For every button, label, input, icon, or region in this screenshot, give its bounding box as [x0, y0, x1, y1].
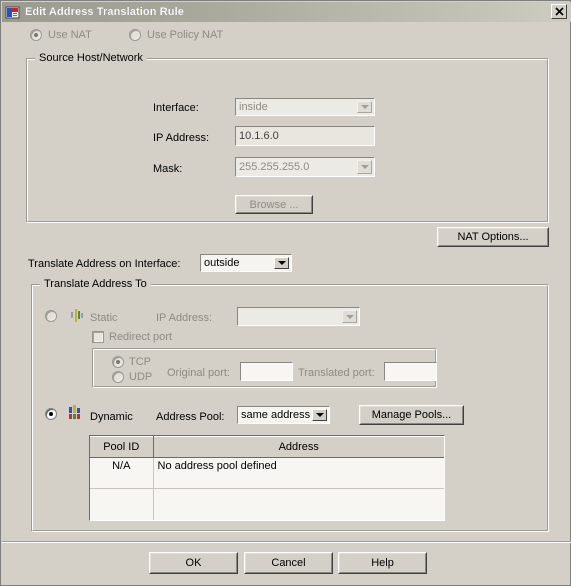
app-icon	[5, 5, 21, 20]
mask-value: 255.255.255.0	[239, 161, 310, 173]
table-row-empty[interactable]	[90, 488, 444, 520]
table-header-row: Pool ID Address	[90, 436, 444, 458]
static-ip-address-select[interactable]	[237, 307, 360, 326]
translate-address-to-title: Translate Address To	[40, 278, 151, 290]
tcp-radio-dot	[112, 356, 124, 368]
address-pool-label: Address Pool:	[156, 411, 225, 423]
udp-label: UDP	[129, 371, 153, 383]
help-button[interactable]: Help	[338, 552, 427, 574]
close-icon[interactable]	[551, 4, 567, 19]
static-label: Static	[90, 312, 118, 324]
chevron-down-icon	[274, 257, 289, 269]
use-policy-nat-radio-dot	[129, 29, 141, 41]
browse-button[interactable]: Browse ...	[235, 195, 313, 214]
original-port-label: Original port:	[167, 367, 230, 379]
translate-on-interface-value: outside	[204, 257, 240, 269]
use-policy-nat-radio[interactable]: Use Policy NAT	[129, 29, 223, 41]
chevron-down-icon	[357, 160, 372, 174]
chevron-down-icon	[342, 310, 357, 323]
translate-on-interface-select[interactable]: outside	[200, 254, 292, 272]
source-host-network-title: Source Host/Network	[35, 52, 147, 64]
cancel-button[interactable]: Cancel	[244, 552, 333, 574]
redirect-port-label: Redirect port	[109, 331, 172, 343]
address-pool-value: same address	[241, 409, 311, 421]
column-header-pool-id[interactable]: Pool ID	[90, 436, 154, 458]
static-radio[interactable]	[45, 310, 57, 322]
use-nat-label: Use NAT	[48, 29, 92, 41]
mask-select[interactable]: 255.255.255.0	[235, 157, 375, 177]
address-pool-table[interactable]: Pool ID Address N/A No address pool defi…	[89, 435, 445, 521]
original-port-input[interactable]	[240, 362, 293, 381]
static-ip-address-label: IP Address:	[156, 312, 213, 324]
static-radio-dot	[45, 310, 57, 322]
tcp-label: TCP	[129, 356, 151, 368]
nat-options-button[interactable]: NAT Options...	[437, 227, 549, 247]
manage-pools-button[interactable]: Manage Pools...	[359, 405, 464, 425]
chevron-down-icon	[357, 101, 372, 113]
dynamic-radio-dot	[45, 408, 57, 420]
dynamic-radio[interactable]	[45, 408, 57, 420]
interface-label: Interface:	[153, 102, 199, 114]
dynamic-nat-icon	[67, 405, 85, 424]
udp-radio-dot	[112, 371, 124, 383]
cell-address: No address pool defined	[153, 457, 444, 489]
column-header-address[interactable]: Address	[153, 436, 444, 458]
interface-value: inside	[239, 101, 268, 113]
redirect-port-checkbox-box	[92, 331, 104, 343]
title-bar: Edit Address Translation Rule	[2, 2, 571, 22]
cell-pool-id-empty	[90, 488, 154, 520]
static-nat-icon	[69, 309, 85, 326]
footer-separator	[2, 541, 571, 543]
translate-on-interface-label: Translate Address on Interface:	[28, 258, 181, 270]
ok-button[interactable]: OK	[149, 552, 238, 574]
redirect-port-checkbox[interactable]: Redirect port	[92, 331, 172, 343]
use-policy-nat-label: Use Policy NAT	[147, 29, 224, 41]
udp-radio[interactable]: UDP	[112, 371, 152, 383]
cell-pool-id: N/A	[90, 457, 154, 489]
window-title: Edit Address Translation Rule	[25, 6, 184, 18]
tcp-radio[interactable]: TCP	[112, 356, 151, 368]
edit-address-translation-rule-dialog: Edit Address Translation Rule Use NAT Us…	[0, 0, 571, 586]
source-ip-address-input[interactable]: 10.1.6.0	[235, 126, 375, 146]
translated-port-label: Translated port:	[298, 367, 375, 379]
address-pool-select[interactable]: same address	[237, 406, 330, 424]
source-ip-address-label: IP Address:	[153, 132, 210, 144]
interface-select[interactable]: inside	[235, 98, 375, 116]
chevron-down-icon	[312, 409, 327, 421]
mask-label: Mask:	[153, 163, 183, 175]
translated-port-input[interactable]	[384, 362, 437, 381]
use-nat-radio[interactable]: Use NAT	[30, 29, 92, 41]
table-row[interactable]: N/A No address pool defined	[90, 457, 444, 489]
use-nat-radio-dot	[30, 29, 42, 41]
cell-address-empty	[153, 488, 444, 520]
dynamic-label: Dynamic	[90, 411, 133, 423]
